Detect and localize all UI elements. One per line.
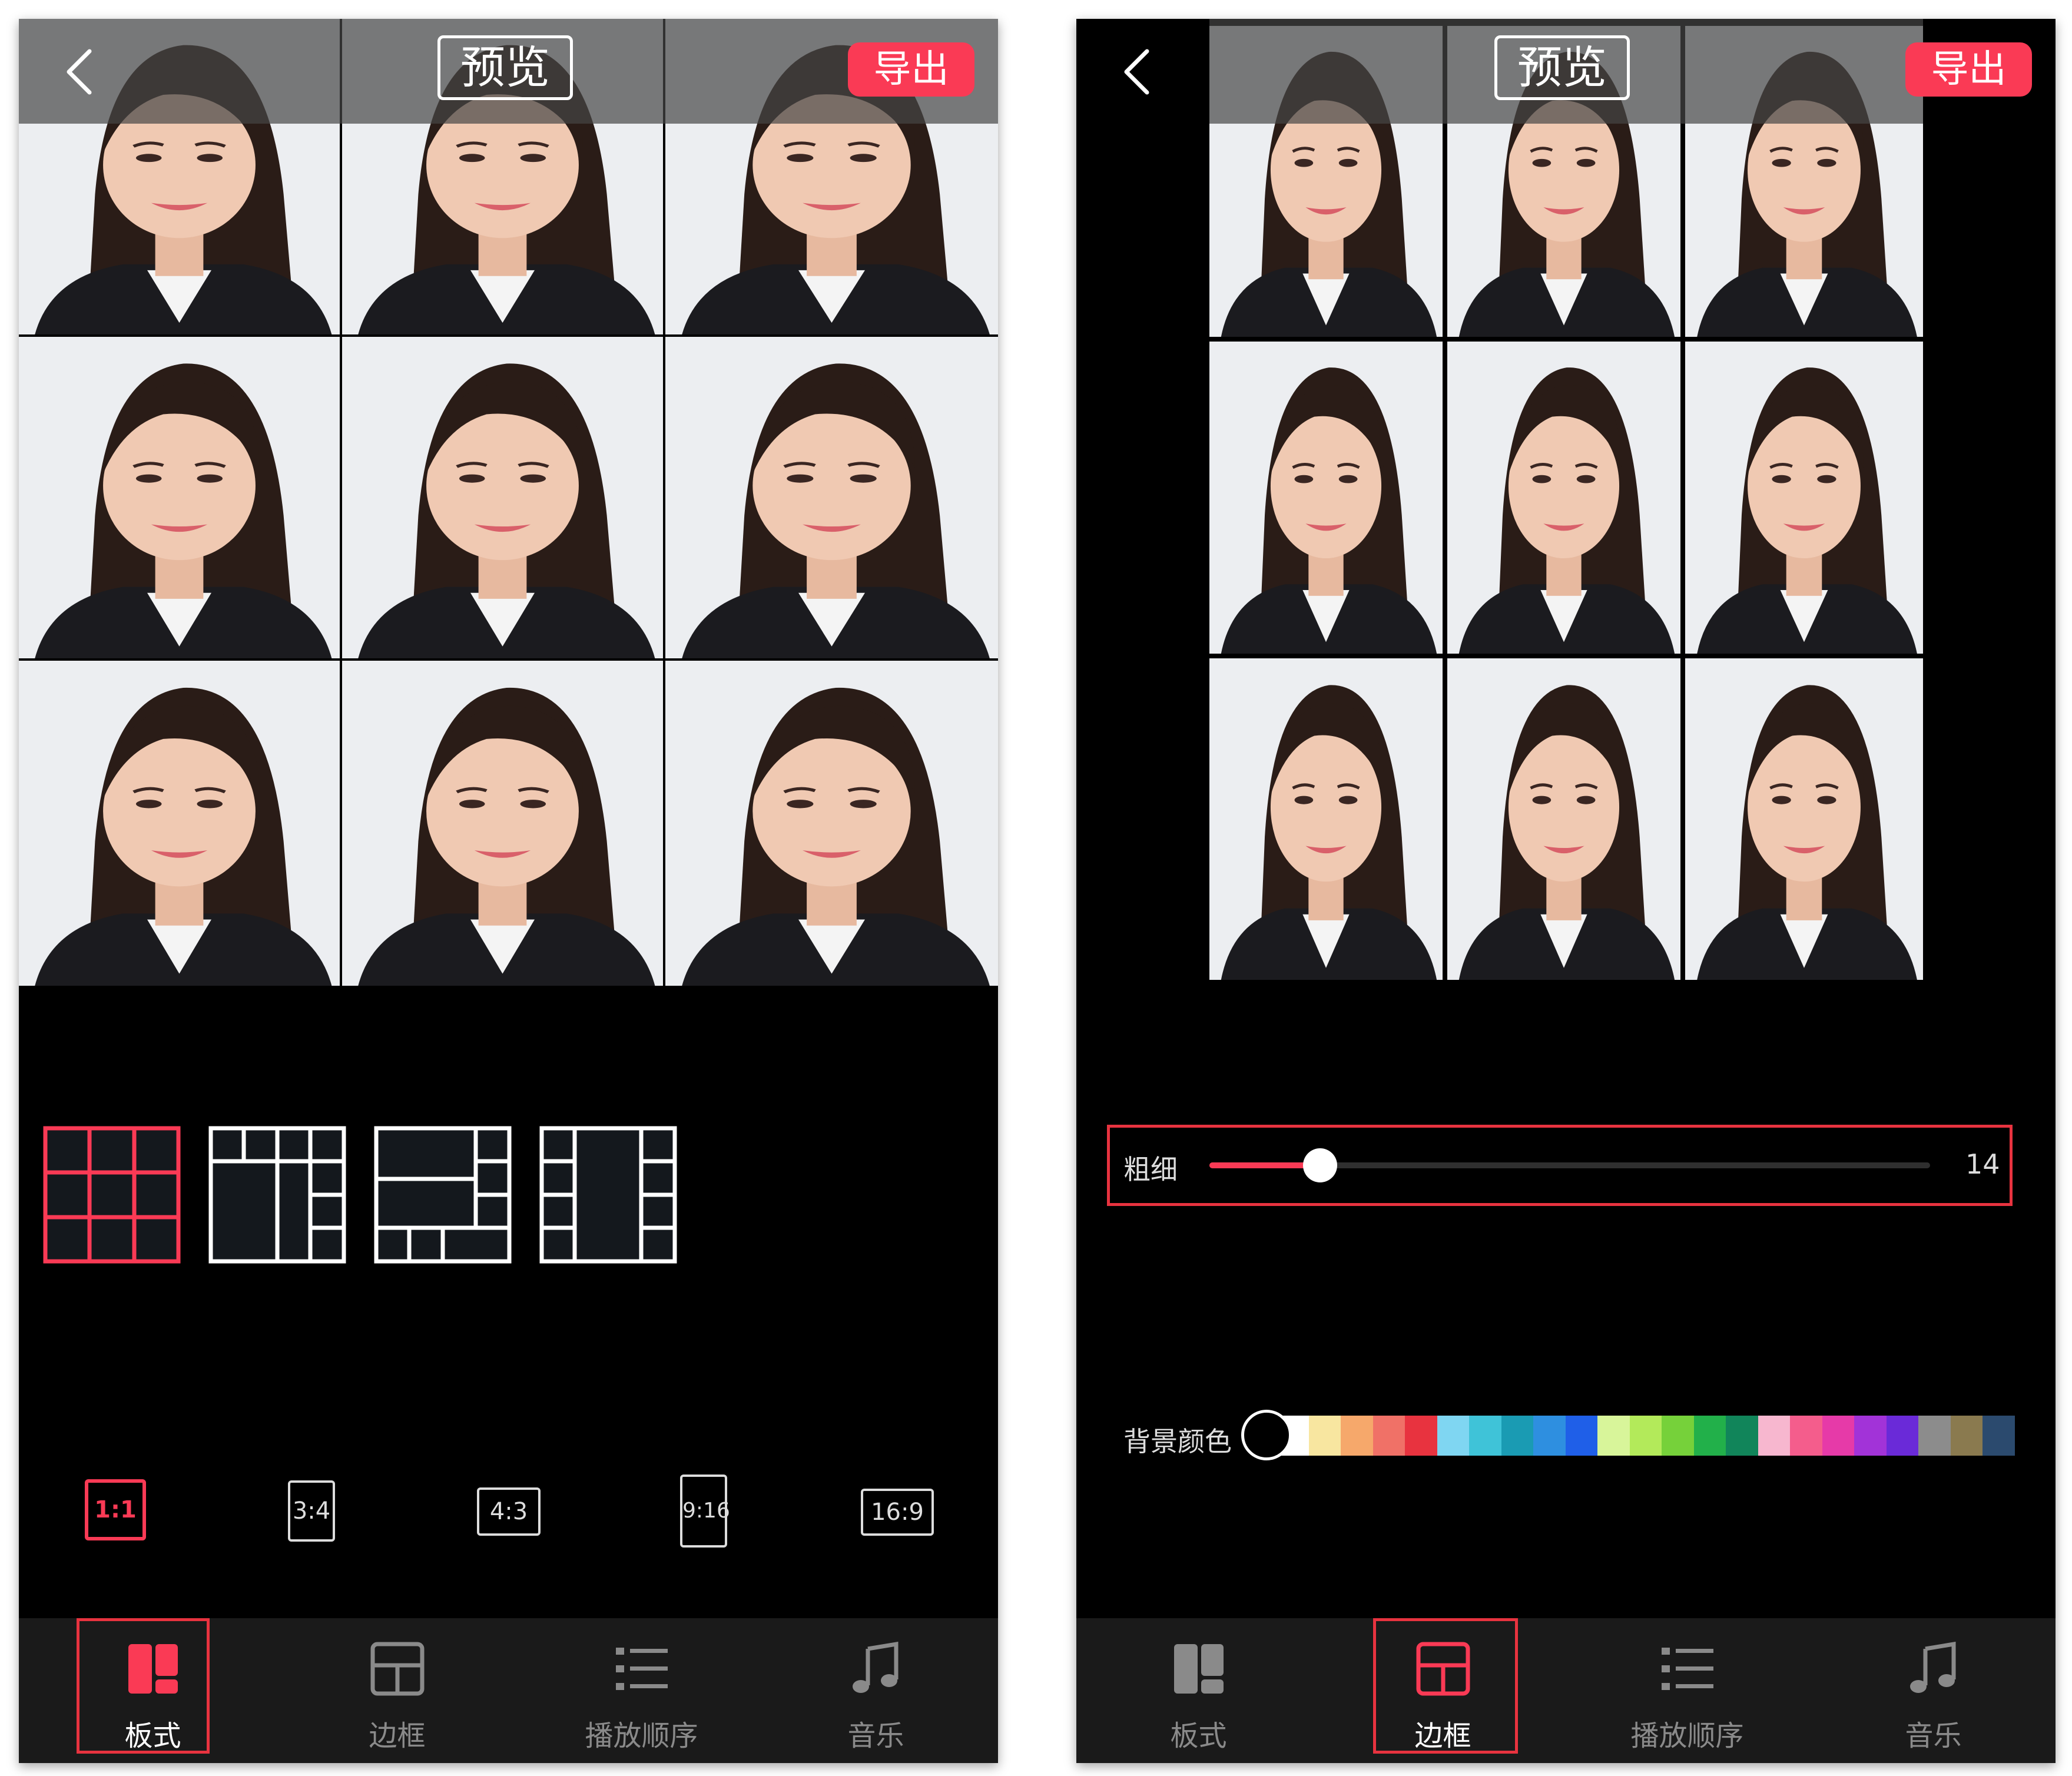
thickness-slider-thumb[interactable]	[1303, 1148, 1337, 1182]
nav-item-play-order[interactable]: 播放顺序	[1565, 1618, 1809, 1763]
border-icon	[369, 1641, 426, 1697]
color-swatch[interactable]	[1533, 1416, 1566, 1456]
color-swatch[interactable]	[1565, 1416, 1598, 1456]
nav-item-music[interactable]: 音乐	[1811, 1618, 2056, 1763]
photo-grid	[1209, 26, 1923, 980]
back-chevron-icon	[67, 49, 92, 95]
photo-grid	[19, 19, 998, 986]
back-button[interactable]	[1112, 42, 1165, 101]
nav-label-border: 边框	[369, 1719, 426, 1752]
grid-photo[interactable]	[1447, 658, 1680, 980]
nav-item-layout[interactable]: 板式	[1076, 1618, 1321, 1763]
color-swatch[interactable]	[1693, 1416, 1726, 1456]
grid-photo[interactable]	[1447, 342, 1680, 654]
grid-photo[interactable]	[1685, 342, 1923, 654]
list-icon	[1659, 1641, 1716, 1697]
color-swatch[interactable]	[1790, 1416, 1822, 1456]
layout-b-icon	[208, 1126, 346, 1264]
back-button[interactable]	[54, 42, 107, 101]
top-bar: 预览 导出	[19, 19, 998, 124]
color-swatch[interactable]	[1983, 1416, 2015, 1456]
highlight-nav-border	[1373, 1618, 1518, 1754]
bottom-nav: 板式 边框 播放顺序 音乐	[1076, 1618, 2056, 1763]
highlight-nav-layout	[77, 1618, 210, 1754]
music-note-icon	[848, 1641, 904, 1697]
nav-item-play-order[interactable]: 播放顺序	[519, 1618, 764, 1763]
left-screen: 预览 导出 1:1 3:4 4:3 9:16 16:9 板式 边框 播放顺序 音…	[19, 19, 998, 1763]
color-swatch[interactable]	[1308, 1416, 1341, 1456]
grid-photo[interactable]	[1209, 658, 1443, 980]
nav-label-music: 音乐	[1905, 1719, 1962, 1752]
right-screen: 预览 导出 粗细 14 背景颜色 板式 边框 播放顺序 音乐	[1076, 19, 2056, 1763]
color-swatch[interactable]	[1469, 1416, 1501, 1456]
page-title: 预览	[437, 35, 573, 100]
grid-photo[interactable]	[19, 661, 340, 986]
color-swatch[interactable]	[1726, 1416, 1758, 1456]
ratio-9-16[interactable]: 9:16	[680, 1475, 730, 1548]
color-swatch[interactable]	[1918, 1416, 1951, 1456]
grid-photo[interactable]	[1685, 658, 1923, 980]
layout-c-icon	[374, 1126, 512, 1264]
layout-icon	[1171, 1641, 1227, 1697]
layout-option-b[interactable]	[208, 1126, 346, 1264]
color-swatch[interactable]	[1373, 1416, 1405, 1456]
ratio-1-1[interactable]: 1:1	[85, 1479, 146, 1540]
grid-photo[interactable]	[342, 661, 663, 986]
grid-photo[interactable]	[665, 661, 998, 986]
grid-photo[interactable]	[342, 337, 663, 658]
export-button[interactable]: 导出	[1905, 42, 2032, 97]
layout-option-d[interactable]	[539, 1126, 677, 1264]
ratio-16-9[interactable]: 16:9	[861, 1489, 934, 1536]
grid-photo[interactable]	[1209, 342, 1443, 654]
music-note-icon	[1905, 1641, 1962, 1697]
nav-item-music[interactable]: 音乐	[754, 1618, 998, 1763]
background-color-label: 背景颜色	[1123, 1426, 1232, 1457]
color-swatch[interactable]	[1629, 1416, 1662, 1456]
color-swatch[interactable]	[1822, 1416, 1855, 1456]
layout-option-grid-3x3[interactable]	[43, 1126, 181, 1264]
color-swatch[interactable]	[1405, 1416, 1437, 1456]
nav-label-music: 音乐	[847, 1719, 904, 1752]
grid-photo[interactable]	[19, 337, 340, 658]
color-swatch[interactable]	[1854, 1416, 1887, 1456]
color-swatch[interactable]	[1758, 1416, 1791, 1456]
nav-item-border[interactable]: 边框	[275, 1618, 519, 1763]
thickness-value: 14	[1965, 1148, 2000, 1180]
ratio-4-3[interactable]: 4:3	[477, 1487, 541, 1536]
color-swatch[interactable]	[1886, 1416, 1919, 1456]
color-swatch[interactable]	[1597, 1416, 1630, 1456]
selected-color-swatch[interactable]	[1241, 1410, 1292, 1460]
nav-label-play-order: 播放顺序	[1630, 1719, 1744, 1752]
thickness-label: 粗细	[1123, 1154, 1178, 1185]
color-swatch[interactable]	[1662, 1416, 1694, 1456]
page-title: 预览	[1494, 35, 1630, 100]
export-button[interactable]: 导出	[848, 42, 974, 97]
back-chevron-icon	[1124, 49, 1149, 95]
nav-label-play-order: 播放顺序	[585, 1719, 698, 1752]
list-icon	[614, 1641, 670, 1697]
color-swatch[interactable]	[1437, 1416, 1470, 1456]
layout-grid-icon	[43, 1126, 181, 1264]
color-swatch[interactable]	[1501, 1416, 1534, 1456]
ratio-3-4[interactable]: 3:4	[288, 1480, 335, 1542]
nav-label-layout: 板式	[1170, 1719, 1227, 1752]
layout-d-icon	[539, 1126, 677, 1264]
color-swatch[interactable]	[1950, 1416, 1983, 1456]
layout-option-c[interactable]	[374, 1126, 512, 1264]
grid-photo[interactable]	[665, 337, 998, 658]
color-swatch[interactable]	[1341, 1416, 1373, 1456]
